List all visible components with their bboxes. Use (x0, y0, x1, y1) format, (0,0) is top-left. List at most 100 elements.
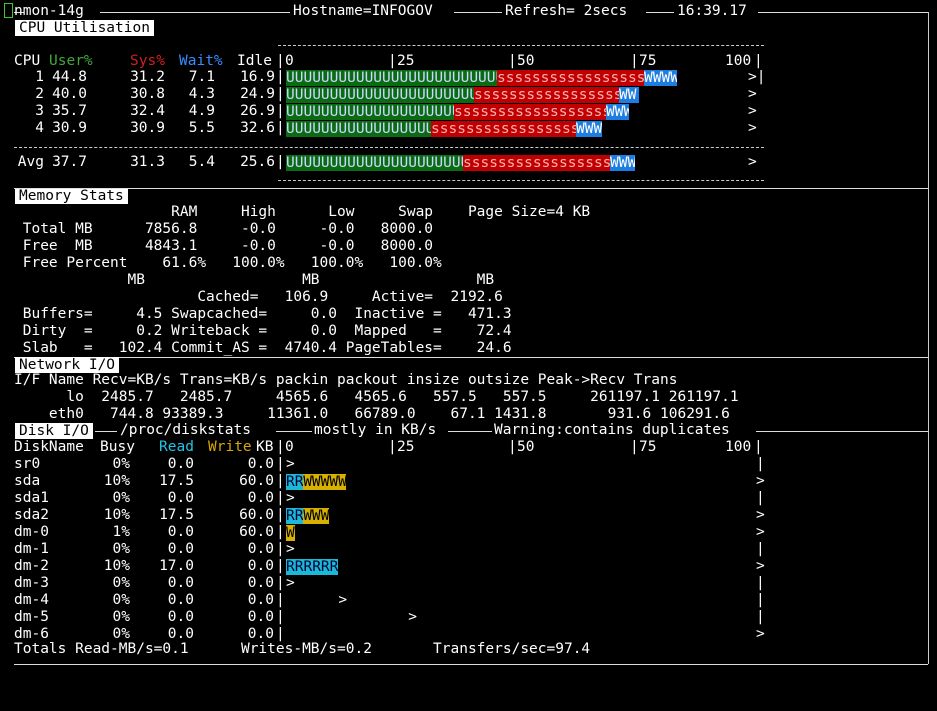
memory-line: RAM High Low Swap Page Size=4 KB (14, 204, 591, 220)
disk-write: 0.0 (247, 575, 274, 591)
bar-sep: | (276, 592, 285, 608)
scale-sep: | (276, 53, 285, 69)
cpu-user: 37.7 (52, 154, 87, 170)
cpu-row-marker: > (748, 154, 757, 170)
cpu-avg-separator (14, 147, 764, 148)
scale-50: 50 (517, 53, 535, 69)
col-read: Read (159, 439, 194, 455)
disk-write: 60.0 (239, 473, 274, 489)
disk-busy: 10% (103, 507, 130, 523)
cpu-row-marker: > (748, 86, 757, 102)
title-rule (758, 12, 928, 13)
cpu-idle: 16.9 (240, 69, 275, 85)
disk-read: 0.0 (167, 524, 194, 540)
disk-read: 0.0 (167, 541, 194, 557)
bar-sep: | (276, 541, 285, 557)
disk-scale-75: 75 (639, 439, 657, 455)
cpu-sys: 32.4 (130, 103, 165, 119)
disk-read: 0.0 (167, 609, 194, 625)
bar-sep: | (276, 558, 285, 574)
right-border (928, 12, 929, 664)
disk-read: 17.5 (159, 473, 194, 489)
bar-sep: | (276, 154, 285, 170)
cpu-row-marker: > (748, 103, 757, 119)
disk-row-end: | (756, 575, 765, 591)
bar-sep: | (276, 456, 285, 472)
bar-sep: | (276, 609, 285, 625)
disk-write: 60.0 (239, 524, 274, 540)
disk-row-marker: > (286, 541, 295, 557)
bar-sep: | (276, 473, 285, 489)
disk-scale-50-sep: | (508, 439, 517, 455)
write-bar: WWW (303, 508, 329, 524)
bar-sep: | (276, 86, 285, 102)
col-busy: Busy (100, 439, 135, 455)
network-header[interactable]: Network I/O (15, 357, 120, 373)
memory-line: Dirty = 0.2 Writeback = 0.0 Mapped = 72.… (14, 323, 512, 339)
cpu-scale-top (278, 45, 764, 46)
bar-sep: | (276, 575, 285, 591)
read-bar: RR (286, 474, 304, 490)
disk-scale-100: 100 (725, 439, 752, 455)
app-name: nmon-14g (14, 3, 84, 19)
disk-read: 0.0 (167, 575, 194, 591)
bar-sep: | (276, 120, 285, 136)
disk-row-marker: > (286, 575, 295, 591)
disk-write: 0.0 (247, 541, 274, 557)
memory-header[interactable]: Memory Stats (15, 188, 128, 204)
disk-row-end: > (756, 626, 765, 642)
disk-rule (448, 431, 492, 432)
cpu-wait: 4.9 (188, 103, 215, 119)
cpu-column-header: CPU User% Sys% Wait% Idle | 0 | 25 | 50 … (0, 53, 763, 70)
col-cpu: CPU (14, 53, 41, 69)
wait-bar: WWW (576, 121, 602, 137)
disk-busy: 0% (112, 490, 130, 506)
disk-scale-25: 25 (397, 439, 415, 455)
wait-bar: WWWW (644, 70, 677, 86)
disk-name: sda2 (14, 507, 49, 523)
scale-75-sep: | (630, 53, 639, 69)
scale-end: | (754, 53, 763, 69)
terminal-cursor (4, 3, 13, 18)
memory-line: Total MB 7856.8 -0.0 -0.0 8000.0 (14, 221, 434, 237)
cpu-header[interactable]: CPU Utilisation (15, 20, 154, 36)
section-rule (14, 188, 928, 189)
disk-write: 60.0 (239, 507, 274, 523)
user-bar: UUUUUUUUUUUUUUUUUUUUUU (286, 87, 474, 103)
disk-write: 0.0 (247, 558, 274, 574)
scale-50-sep: | (508, 53, 517, 69)
cpu-wait: 4.3 (188, 86, 215, 102)
disk-row-end: > (756, 524, 765, 540)
sys-bar: sssssssssssssssss (474, 87, 619, 103)
scale-75: 75 (639, 53, 657, 69)
col-idle: Idle (237, 53, 272, 69)
disk-name: dm-0 (14, 524, 49, 540)
col-diskname: DiskName (14, 439, 84, 455)
disk-rule (756, 431, 928, 432)
disk-rule (95, 431, 117, 432)
disk-busy: 10% (103, 558, 130, 574)
disk-busy: 0% (112, 456, 130, 472)
cpu-user: 44.8 (52, 69, 87, 85)
network-line: I/F Name Recv=KB/s Trans=KB/s packin pac… (14, 372, 678, 388)
read-bar: RRRRRR (286, 559, 338, 575)
bar-sep: | (276, 524, 285, 540)
disk-rule (276, 431, 312, 432)
col-write: Write (208, 439, 252, 455)
cpu-sys: 31.2 (130, 69, 165, 85)
refresh-label: Refresh= 2secs (505, 3, 628, 19)
wait-bar: WW (619, 87, 639, 103)
disk-name: dm-5 (14, 609, 49, 625)
cpu-scale-bottom (278, 180, 764, 181)
memory-line: Free MB 4843.1 -0.0 -0.0 8000.0 (14, 238, 434, 254)
sys-bar: ssssssssssssssssss (454, 104, 606, 120)
read-bar: RR (286, 508, 304, 524)
col-user: User% (49, 53, 93, 69)
user-bar: UUUUUUUUUUUUUUUUUUUUUUUUU (286, 70, 497, 86)
disk-row-marker: > (286, 609, 417, 625)
disk-header[interactable]: Disk I/O (15, 423, 93, 439)
disk-read: 0.0 (167, 490, 194, 506)
bar-sep: | (276, 69, 285, 85)
disk-scale-0: 0 (285, 439, 294, 455)
disk-row-end: | (756, 541, 765, 557)
